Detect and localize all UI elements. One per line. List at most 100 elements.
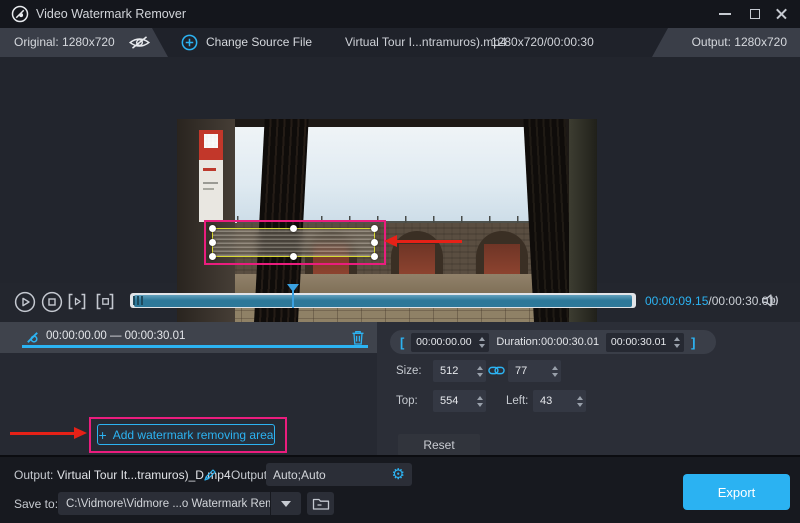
spin-down-icon[interactable] bbox=[674, 344, 680, 348]
annotation-arrow-head bbox=[74, 427, 87, 439]
change-source-file-button[interactable]: Change Source File bbox=[206, 28, 312, 57]
output-name-label: Output: bbox=[14, 464, 53, 486]
output-format-field[interactable]: Auto;Auto ⚙ bbox=[266, 463, 412, 486]
start-time-value[interactable]: 00:00:00.00 bbox=[412, 336, 475, 348]
window-title: Video Watermark Remover bbox=[36, 0, 186, 28]
top-field[interactable]: 554 bbox=[433, 390, 486, 412]
frame-play-button[interactable] bbox=[66, 291, 88, 312]
playhead-marker-icon[interactable] bbox=[287, 284, 299, 292]
timeline-slider[interactable] bbox=[130, 293, 636, 308]
left-value[interactable]: 43 bbox=[533, 395, 573, 407]
scene-sign bbox=[199, 130, 223, 222]
app-window: Video Watermark Remover Original: 1280x7… bbox=[0, 0, 800, 523]
save-to-label: Save to: bbox=[14, 493, 58, 515]
output-format-value: Auto;Auto bbox=[273, 468, 392, 482]
range-end-bracket[interactable]: ] bbox=[691, 335, 695, 350]
scene-sign-text bbox=[203, 182, 218, 184]
top-value[interactable]: 554 bbox=[433, 395, 473, 407]
start-time-spinner[interactable] bbox=[475, 333, 488, 351]
scene-sign-text bbox=[203, 188, 214, 190]
settings-gear-icon[interactable]: ⚙ bbox=[392, 467, 405, 482]
source-file-meta: 1280x720/00:00:30 bbox=[491, 28, 594, 57]
start-time-field[interactable]: 00:00:00.00 bbox=[411, 333, 489, 352]
top-spinner[interactable] bbox=[473, 392, 486, 410]
time-display: 00:00:09.15/00:00:30.01 bbox=[645, 294, 775, 308]
spin-down-icon[interactable] bbox=[552, 373, 558, 377]
play-button[interactable] bbox=[14, 291, 36, 312]
stop-button[interactable] bbox=[41, 291, 63, 312]
size-height-field[interactable]: 77 bbox=[508, 360, 561, 382]
watermark-range-bar bbox=[22, 345, 368, 348]
size-height-value[interactable]: 77 bbox=[508, 365, 548, 377]
browse-folder-button[interactable] bbox=[307, 492, 334, 515]
end-time-spinner[interactable] bbox=[670, 333, 683, 351]
watermark-item-icon bbox=[25, 330, 40, 345]
close-button[interactable] bbox=[768, 4, 794, 24]
toolbar: Original: 1280x720 Change Source File Vi… bbox=[0, 28, 800, 57]
output-format-label: Output: bbox=[231, 464, 270, 486]
annotation-arrow bbox=[396, 240, 462, 243]
annotation-highlight-box bbox=[204, 220, 386, 265]
spin-up-icon[interactable] bbox=[674, 337, 680, 341]
maximize-button[interactable] bbox=[742, 4, 768, 24]
left-spinner[interactable] bbox=[573, 392, 586, 410]
hide-preview-eye-icon[interactable] bbox=[128, 35, 151, 50]
left-field[interactable]: 43 bbox=[533, 390, 586, 412]
output-resolution-label: Output: 1280x720 bbox=[692, 28, 787, 57]
titlebar: Video Watermark Remover bbox=[0, 0, 800, 28]
rename-pencil-icon[interactable] bbox=[203, 468, 217, 482]
time-range-control: [ 00:00:00.00 Duration:00:00:30.01 00:00… bbox=[390, 330, 716, 354]
timeline-ticks bbox=[133, 296, 143, 305]
end-time-value[interactable]: 00:00:30.01 bbox=[607, 336, 670, 348]
save-path-dropdown[interactable]: C:\Vidmore\Vidmore ...o Watermark Remove… bbox=[58, 492, 301, 515]
export-button[interactable]: Export bbox=[683, 474, 790, 510]
scene-arch bbox=[391, 231, 443, 277]
scene-arch-brick bbox=[484, 244, 520, 277]
minimize-button[interactable] bbox=[712, 4, 738, 24]
spin-up-icon[interactable] bbox=[577, 396, 583, 400]
annotation-highlight-box bbox=[89, 417, 287, 453]
original-resolution-label: Original: 1280x720 bbox=[14, 28, 115, 57]
scene-qr-code bbox=[204, 134, 218, 148]
spin-down-icon[interactable] bbox=[477, 403, 483, 407]
size-width-value[interactable]: 512 bbox=[433, 365, 473, 377]
save-path-value: C:\Vidmore\Vidmore ...o Watermark Remove… bbox=[58, 498, 270, 510]
dropdown-button[interactable] bbox=[271, 492, 301, 515]
spin-up-icon[interactable] bbox=[477, 396, 483, 400]
minimize-icon bbox=[719, 13, 731, 15]
reset-button[interactable]: Reset bbox=[398, 434, 480, 456]
delete-watermark-icon[interactable] bbox=[351, 329, 365, 346]
duration-label: Duration:00:00:30.01 bbox=[496, 336, 599, 348]
timeline-fill bbox=[134, 295, 632, 307]
size-height-spinner[interactable] bbox=[548, 362, 561, 380]
current-time: 00:00:09.15 bbox=[645, 294, 708, 308]
watermark-list-item[interactable]: 00:00:00.00 — 00:00:30.01 bbox=[0, 322, 377, 353]
range-start-bracket[interactable]: [ bbox=[400, 335, 404, 350]
left-label: Left: bbox=[506, 390, 528, 412]
size-width-spinner[interactable] bbox=[473, 362, 486, 380]
spin-up-icon[interactable] bbox=[552, 366, 558, 370]
folder-icon bbox=[312, 497, 330, 511]
output-bar: Output: Virtual Tour It...tramuros)_D.mp… bbox=[0, 455, 800, 523]
top-label: Top: bbox=[396, 390, 418, 412]
link-ratio-icon[interactable] bbox=[488, 364, 505, 377]
watermark-list-panel: 00:00:00.00 — 00:00:30.01 + Add watermar… bbox=[0, 322, 377, 455]
annotation-arrow-head bbox=[384, 235, 397, 247]
scene-arch-brick bbox=[399, 244, 435, 277]
volume-icon[interactable] bbox=[760, 292, 780, 309]
spin-down-icon[interactable] bbox=[477, 373, 483, 377]
preview-stage bbox=[0, 57, 800, 283]
scene-arch bbox=[476, 231, 528, 277]
frame-stop-button[interactable] bbox=[94, 291, 116, 312]
app-logo-icon bbox=[11, 5, 29, 23]
spin-down-icon[interactable] bbox=[577, 403, 583, 407]
spin-up-icon[interactable] bbox=[479, 337, 485, 341]
annotation-arrow bbox=[10, 432, 76, 435]
add-source-plus-icon[interactable] bbox=[181, 34, 198, 51]
spin-down-icon[interactable] bbox=[479, 344, 485, 348]
chevron-down-icon bbox=[281, 501, 291, 507]
spin-up-icon[interactable] bbox=[477, 366, 483, 370]
size-width-field[interactable]: 512 bbox=[433, 360, 486, 382]
source-file-name: Virtual Tour I...ntramuros).mp4 bbox=[345, 28, 507, 57]
end-time-field[interactable]: 00:00:30.01 bbox=[606, 333, 684, 352]
